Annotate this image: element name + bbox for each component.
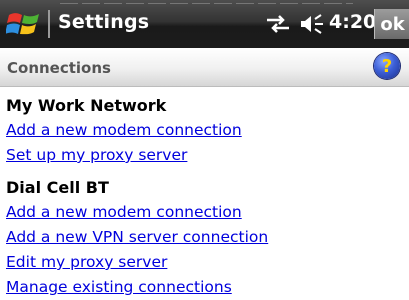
- title-bar-decoration: [60, 3, 353, 4]
- ok-button[interactable]: ok: [374, 9, 409, 39]
- volume-icon[interactable]: [299, 13, 325, 35]
- link-add-modem-connection[interactable]: Add a new modem connection: [6, 200, 268, 225]
- app-title: Settings: [58, 11, 150, 33]
- link-manage-connections[interactable]: Manage existing connections: [6, 275, 268, 300]
- section-heading: Dial Cell BT: [6, 178, 109, 197]
- clock[interactable]: 4:20: [329, 11, 376, 33]
- title-separator: [48, 10, 50, 38]
- link-add-vpn-connection[interactable]: Add a new VPN server connection: [6, 225, 268, 250]
- link-edit-proxy-server[interactable]: Edit my proxy server: [6, 250, 268, 275]
- link-set-up-proxy-server[interactable]: Set up my proxy server: [6, 143, 242, 168]
- start-logo-icon[interactable]: [6, 8, 42, 40]
- page-title: Connections: [7, 59, 111, 77]
- link-add-modem-connection[interactable]: Add a new modem connection: [6, 118, 242, 143]
- section-my-work-network: My Work Network Add a new modem connecti…: [6, 94, 242, 168]
- page-header: Connections ?: [0, 48, 409, 87]
- section-dial-cell-bt: Dial Cell BT Add a new modem connection …: [6, 176, 268, 300]
- section-heading: My Work Network: [6, 96, 167, 115]
- help-icon[interactable]: ?: [374, 53, 400, 79]
- title-bar: Settings 4:20 ok: [0, 0, 409, 48]
- connectivity-icon[interactable]: [265, 15, 291, 33]
